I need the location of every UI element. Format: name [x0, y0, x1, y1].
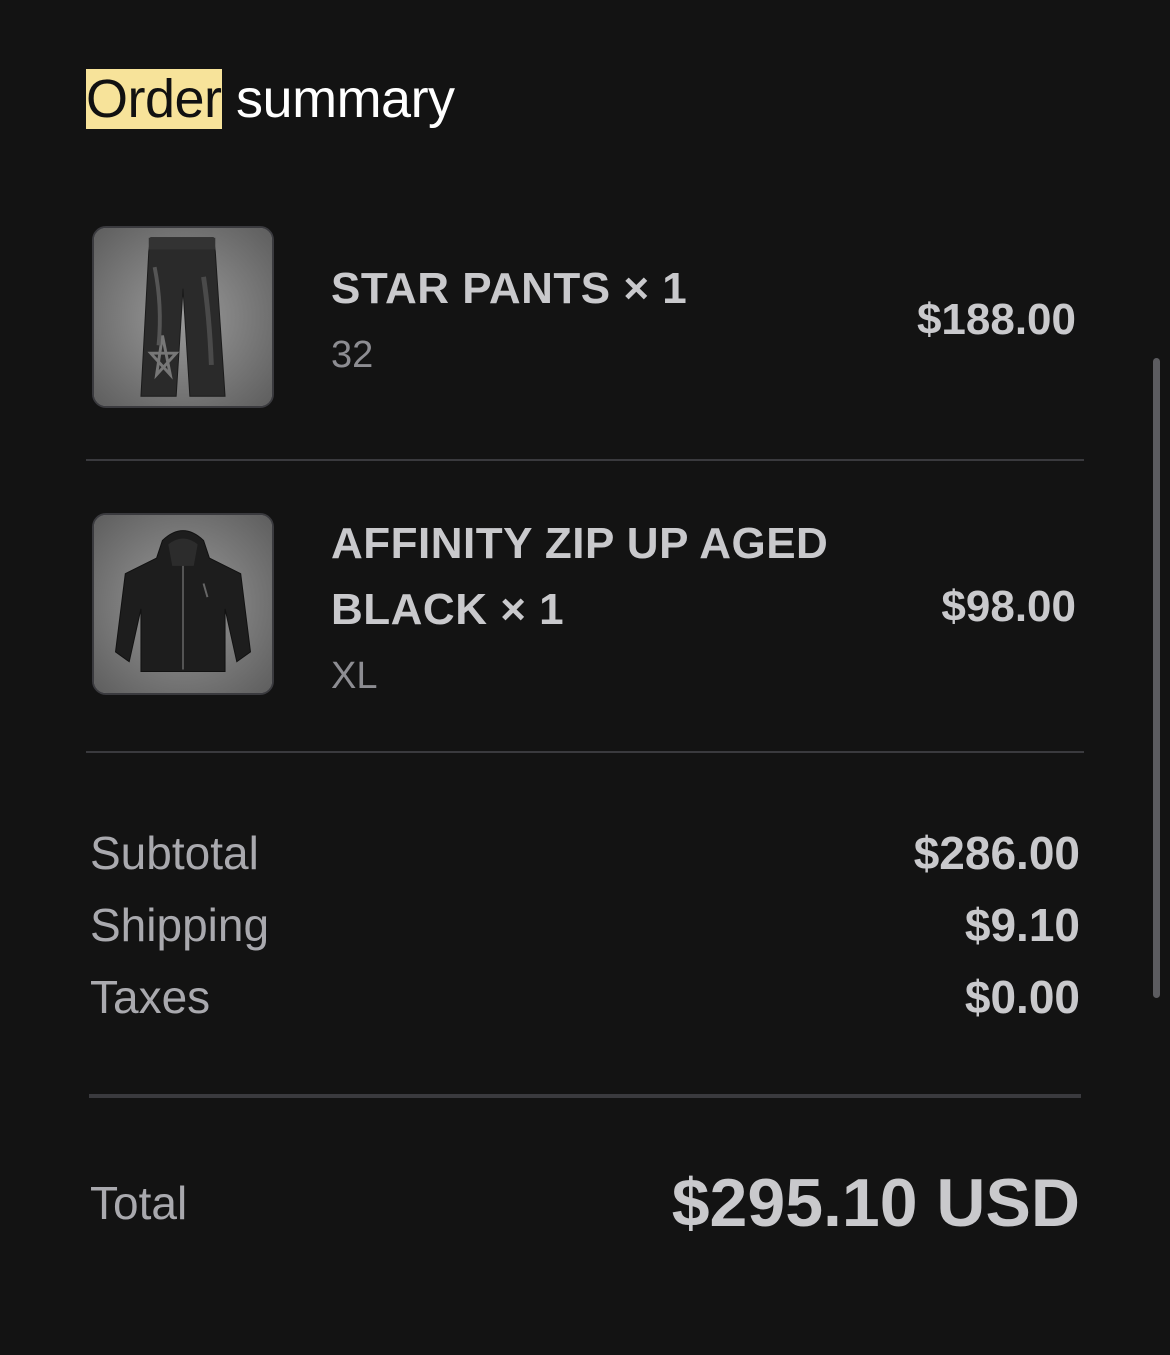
scrollbar[interactable]	[1153, 358, 1160, 998]
item-price: $98.00	[941, 582, 1076, 631]
subtotal-value: $286.00	[913, 827, 1080, 879]
shipping-value: $9.10	[964, 899, 1080, 951]
subtotal-row: Subtotal $286.00	[90, 822, 1080, 884]
title-highlight: Order	[86, 69, 222, 129]
taxes-value: $0.00	[964, 971, 1080, 1023]
total-divider	[89, 1094, 1081, 1098]
zip-hoodie-image[interactable]	[92, 513, 274, 695]
shipping-label: Shipping	[90, 899, 270, 951]
item-name-line2: BLACK × 1	[331, 585, 565, 634]
line-item-affinity-zip-up[interactable]: AFFINITY ZIP UP AGED BLACK × 1 XL $98.00	[86, 513, 1084, 699]
title-rest: summary	[221, 69, 455, 129]
subtotal-label: Subtotal	[90, 827, 259, 879]
item-name-line1: AFFINITY ZIP UP AGED	[331, 519, 829, 568]
taxes-label: Taxes	[90, 971, 211, 1023]
taxes-row: Taxes $0.00	[90, 966, 1080, 1028]
line-item-star-pants[interactable]: STAR PANTS × 1 32 $188.00	[86, 226, 1084, 412]
item-variant: 32	[331, 334, 374, 376]
item-name: STAR PANTS × 1	[331, 264, 688, 313]
divider	[86, 751, 1084, 753]
total-value: $295.10 USD	[671, 1165, 1080, 1241]
page-title: Order summary	[86, 62, 455, 136]
hoodie-photo-icon	[94, 515, 272, 693]
pants-photo-icon	[94, 228, 272, 406]
shipping-row: Shipping $9.10	[90, 894, 1080, 956]
star-pants-image[interactable]	[92, 226, 274, 408]
divider	[86, 459, 1084, 461]
item-price: $188.00	[916, 295, 1076, 344]
item-variant: XL	[331, 655, 378, 697]
total-label: Total	[90, 1177, 188, 1229]
